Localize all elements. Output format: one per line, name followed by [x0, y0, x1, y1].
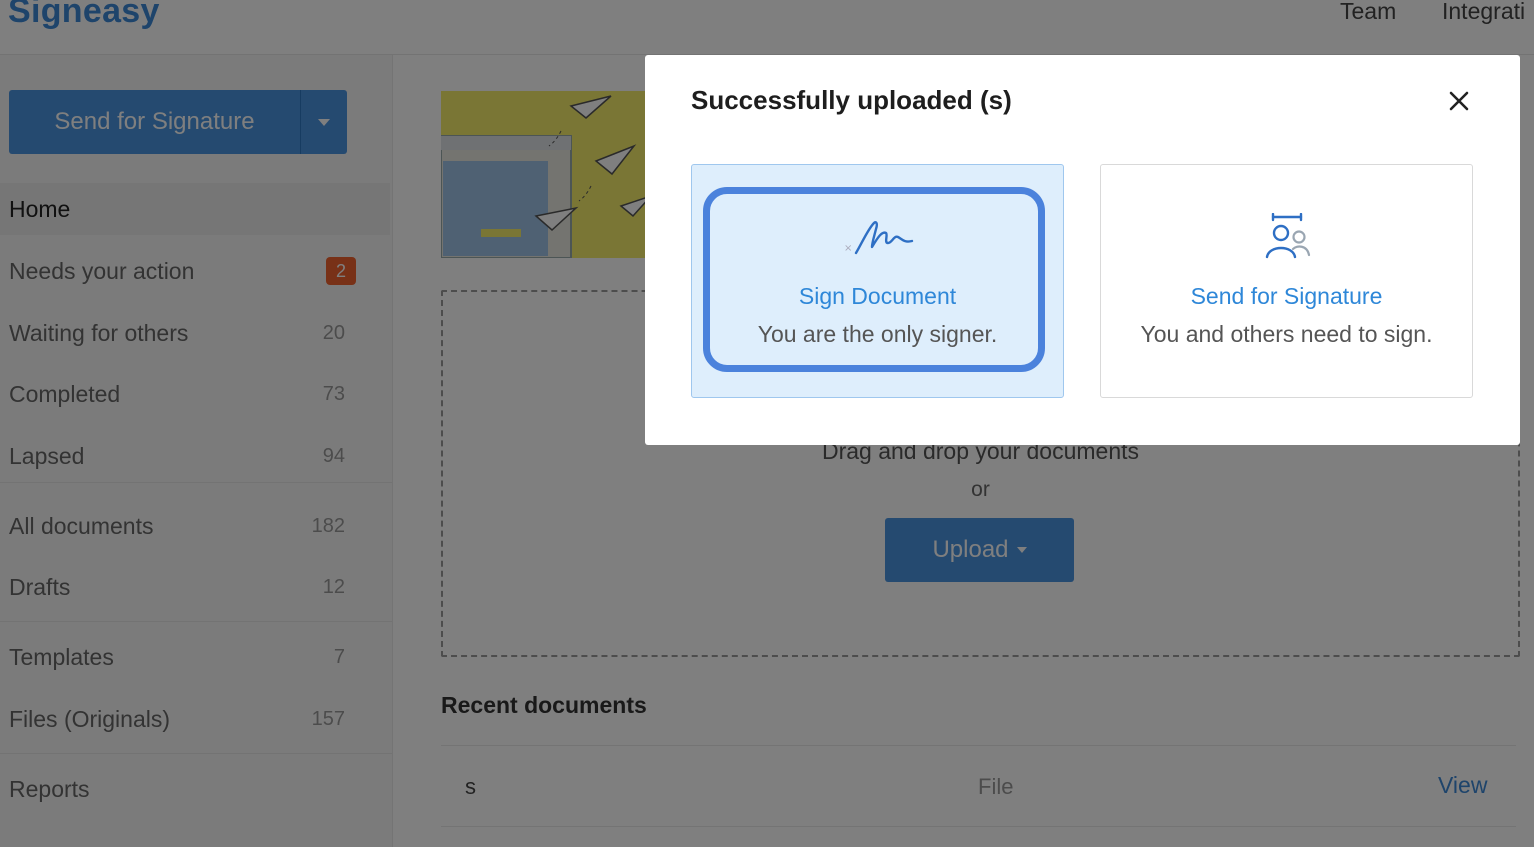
option-title: Send for Signature: [1190, 283, 1383, 309]
close-icon[interactable]: [1445, 87, 1473, 115]
upload-success-modal: Successfully uploaded (s) × Sign Documen…: [645, 55, 1520, 445]
multiple-signers-icon: [1265, 213, 1310, 259]
option-description: You are the only signer.: [757, 321, 998, 347]
modal-title: Successfully uploaded (s): [691, 85, 1012, 115]
option-title: Sign Document: [798, 283, 957, 309]
sign-document-option[interactable]: × Sign Document You are the only signer.: [691, 164, 1064, 398]
svg-text:×: ×: [844, 243, 852, 254]
signature-icon: ×: [844, 221, 913, 255]
option-description: You and others need to sign.: [1140, 321, 1433, 347]
send-for-signature-option[interactable]: Send for Signature You and others need t…: [1100, 164, 1473, 398]
